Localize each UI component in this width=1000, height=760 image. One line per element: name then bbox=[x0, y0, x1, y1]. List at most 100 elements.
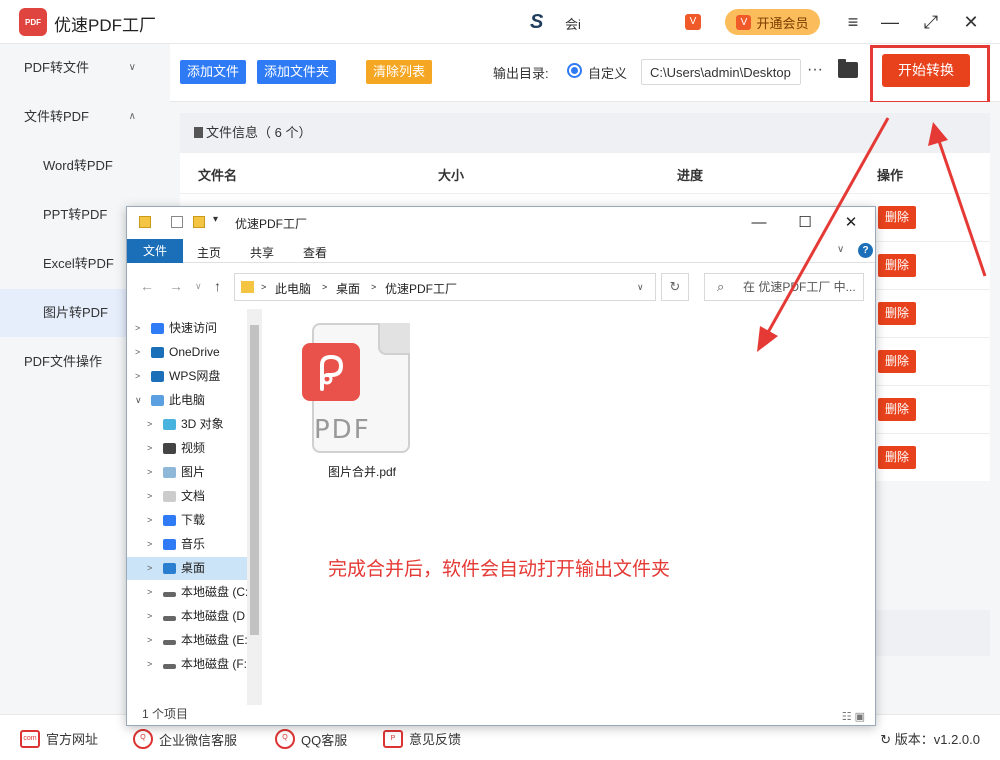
delete-button[interactable]: 删除 bbox=[878, 398, 917, 421]
tree-item[interactable]: > 桌面 bbox=[127, 557, 262, 580]
tree-item-label: 快速访问 bbox=[169, 321, 218, 335]
tree-item[interactable]: > 下载 bbox=[127, 509, 262, 532]
chevron-down-icon[interactable]: ∨ bbox=[135, 389, 142, 412]
custom-radio[interactable] bbox=[567, 63, 582, 78]
delete-button[interactable]: 删除 bbox=[878, 302, 917, 325]
menu-icon[interactable]: ≡ bbox=[840, 9, 866, 35]
breadcrumb-separator-icon: > bbox=[261, 282, 267, 292]
chevron-down-icon[interactable]: ∨ bbox=[837, 244, 844, 255]
chevron-right-icon[interactable]: > bbox=[147, 509, 152, 532]
notice-icon: S bbox=[530, 11, 544, 33]
scrollbar[interactable] bbox=[247, 309, 262, 705]
add-folder-button[interactable]: 添加文件夹 bbox=[257, 60, 337, 84]
feedback-link[interactable]: P 意见反馈 bbox=[383, 729, 461, 748]
tree-item[interactable]: > 图片 bbox=[127, 461, 262, 484]
sidebar-item-label: PDF转文件 bbox=[24, 60, 90, 75]
chevron-right-icon[interactable]: > bbox=[135, 341, 140, 364]
chevron-right-icon[interactable]: > bbox=[147, 557, 152, 580]
delete-button[interactable]: 删除 bbox=[878, 254, 917, 277]
chevron-right-icon[interactable]: > bbox=[147, 533, 152, 556]
refresh-icon[interactable]: ↻ bbox=[661, 273, 689, 301]
more-options-icon[interactable]: ··· bbox=[807, 61, 823, 79]
chevron-right-icon[interactable]: > bbox=[147, 605, 152, 628]
explorer-ribbon: 文件 主页 共享 查看 ∨ ? bbox=[127, 239, 875, 263]
scrollbar-thumb[interactable] bbox=[250, 325, 259, 635]
tree-item-label: 视频 bbox=[181, 441, 206, 455]
breadcrumb-item[interactable]: 桌面 bbox=[336, 280, 360, 297]
tab-home[interactable]: 主页 bbox=[197, 244, 221, 261]
file-name: 图片合并.pdf bbox=[327, 465, 397, 479]
tree-item[interactable]: > 音乐 bbox=[127, 533, 262, 556]
wechat-support-link[interactable]: Q 企业微信客服 bbox=[133, 729, 237, 749]
explorer-title: 优速PDF工厂 bbox=[235, 217, 308, 231]
custom-radio-label[interactable]: 自定义 bbox=[588, 63, 627, 82]
minimize-icon[interactable]: — bbox=[739, 211, 779, 235]
chevron-right-icon[interactable]: > bbox=[147, 461, 152, 484]
chevron-up-icon: ∧ bbox=[128, 111, 136, 122]
tree-item[interactable]: > 快速访问 bbox=[127, 317, 262, 340]
forward-icon[interactable]: → bbox=[169, 278, 183, 294]
maximize-icon[interactable]: ⤢ bbox=[918, 9, 944, 35]
tree-item-label: 本地磁盘 (D bbox=[181, 609, 245, 623]
maximize-icon[interactable]: ☐ bbox=[785, 211, 825, 235]
notice-text[interactable]: 会i bbox=[565, 14, 581, 33]
tree-item[interactable]: > 本地磁盘 (D bbox=[127, 605, 262, 628]
output-path-input[interactable] bbox=[641, 59, 801, 85]
sidebar-item-pdf-to-file[interactable]: PDF转文件 ∨ bbox=[0, 44, 170, 92]
breadcrumb-item[interactable]: 优速PDF工厂 bbox=[385, 280, 457, 297]
help-icon[interactable]: ? bbox=[858, 243, 873, 258]
chevron-right-icon[interactable]: > bbox=[147, 581, 152, 604]
status-bar: 1 个项目 ☷ ▣ bbox=[127, 705, 875, 725]
back-icon[interactable]: ← bbox=[140, 278, 154, 294]
tree-item[interactable]: > OneDrive bbox=[127, 341, 262, 364]
sidebar-item-label: PDF文件操作 bbox=[24, 354, 103, 369]
view-toggle-icons[interactable]: ☷ ▣ bbox=[842, 708, 865, 726]
delete-button[interactable]: 删除 bbox=[878, 206, 917, 229]
add-file-button[interactable]: 添加文件 bbox=[180, 60, 247, 84]
tree-item[interactable]: >3D 对象 bbox=[127, 413, 262, 436]
qq-support-link[interactable]: Q QQ客服 bbox=[275, 729, 347, 749]
sidebar-item-file-to-pdf[interactable]: 文件转PDF ∧ bbox=[0, 93, 170, 141]
pdf-file-type-label: PDF bbox=[314, 415, 371, 445]
up-icon[interactable]: ↑ bbox=[214, 278, 221, 294]
customize-quick-access-icon[interactable]: ▾ bbox=[213, 214, 218, 225]
chevron-right-icon[interactable]: > bbox=[147, 437, 152, 460]
vip-button[interactable]: V 开通会员 bbox=[725, 9, 820, 35]
new-folder-icon[interactable] bbox=[193, 216, 205, 228]
delete-button[interactable]: 删除 bbox=[878, 350, 917, 373]
tree-item[interactable]: > 本地磁盘 (C: bbox=[127, 581, 262, 604]
sidebar-item-word-to-pdf[interactable]: Word转PDF bbox=[0, 142, 170, 190]
official-site-link[interactable]: com 官方网址 bbox=[20, 729, 98, 748]
wechat-icon: Q bbox=[133, 729, 153, 749]
tree-item[interactable]: > 本地磁盘 (F: bbox=[127, 653, 262, 676]
chevron-right-icon[interactable]: > bbox=[135, 365, 140, 388]
app-title: 优速PDF工厂 bbox=[54, 16, 156, 35]
chevron-right-icon[interactable]: > bbox=[135, 317, 140, 340]
chevron-down-icon[interactable]: ∨ bbox=[637, 282, 644, 293]
close-icon[interactable]: ✕ bbox=[831, 211, 871, 235]
delete-button[interactable]: 删除 bbox=[878, 446, 917, 469]
folder-icon[interactable] bbox=[838, 59, 858, 78]
tree-item[interactable]: > 文档 bbox=[127, 485, 262, 508]
properties-icon[interactable] bbox=[171, 216, 183, 228]
tree-item[interactable]: > 视频 bbox=[127, 437, 262, 460]
search-input[interactable]: ⌕ 在 优速PDF工厂 中... bbox=[704, 273, 864, 301]
pdf-file-item[interactable]: PDF 图片合并.pdf bbox=[302, 323, 422, 483]
breadcrumb-item[interactable]: 此电脑 bbox=[275, 280, 311, 297]
footer-link-label: 企业微信客服 bbox=[159, 732, 238, 748]
tab-file[interactable]: 文件 bbox=[127, 239, 183, 263]
clear-list-button[interactable]: 清除列表 bbox=[366, 60, 433, 84]
chevron-right-icon[interactable]: > bbox=[147, 629, 152, 652]
tree-item[interactable]: > 本地磁盘 (E: bbox=[127, 629, 262, 652]
recent-locations-icon[interactable]: ∨ bbox=[195, 281, 202, 292]
minimize-icon[interactable]: — bbox=[877, 9, 903, 35]
address-bar[interactable]: > 此电脑 > 桌面 > 优速PDF工厂 ∨ bbox=[234, 273, 656, 301]
tab-share[interactable]: 共享 bbox=[250, 244, 274, 261]
tab-view[interactable]: 查看 bbox=[303, 244, 327, 261]
tree-item[interactable]: ∨ 此电脑 bbox=[127, 389, 262, 412]
chevron-right-icon[interactable]: > bbox=[147, 485, 152, 508]
chevron-right-icon[interactable]: > bbox=[147, 413, 152, 436]
tree-item[interactable]: > WPS网盘 bbox=[127, 365, 262, 388]
chevron-right-icon[interactable]: > bbox=[147, 653, 152, 676]
close-icon[interactable]: ✕ bbox=[958, 9, 984, 35]
